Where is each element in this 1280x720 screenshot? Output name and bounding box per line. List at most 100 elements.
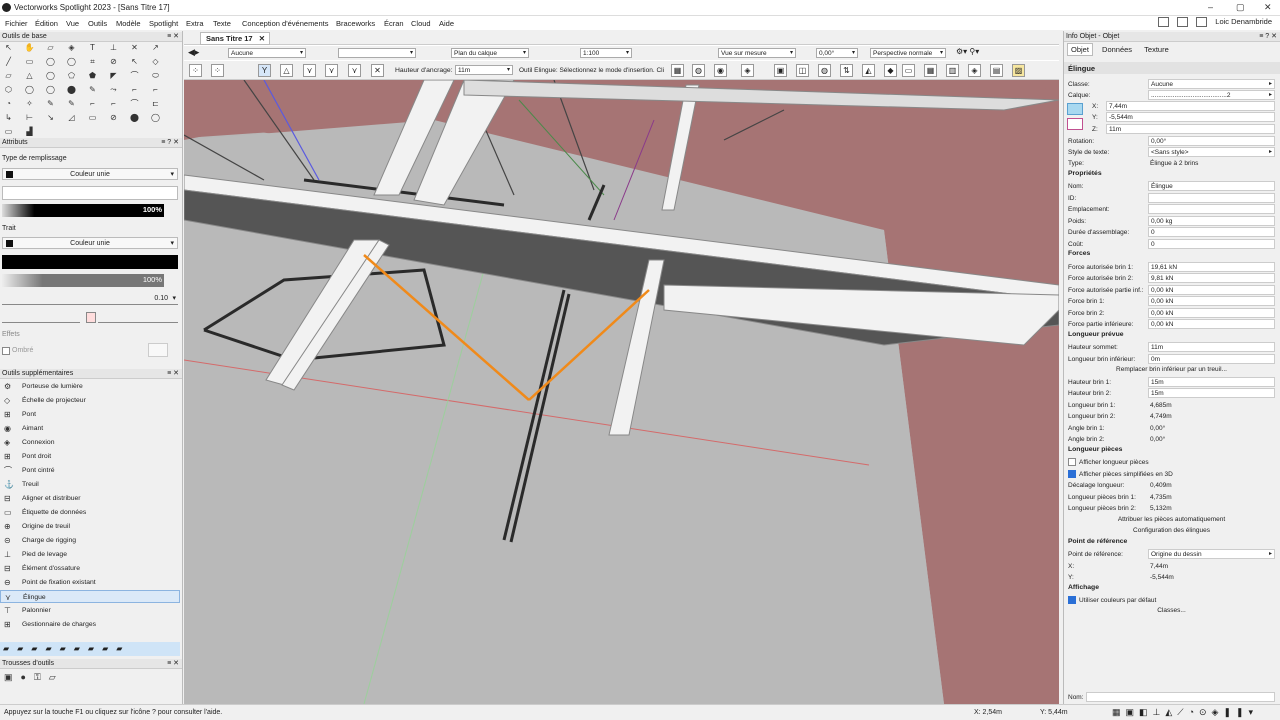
hb1-value[interactable]: 15m [1148, 377, 1275, 387]
duree-value[interactable]: 0 [1148, 227, 1275, 237]
grid-icon[interactable]: ⌗ [87, 57, 98, 67]
spline-icon[interactable]: ⤳ [108, 85, 119, 95]
suppl-tool-item[interactable]: ⊝ Charge de rigging [0, 534, 180, 547]
mode-icon[interactable]: ▭ [902, 64, 915, 77]
chat-icon[interactable] [1196, 17, 1208, 28]
mode-icon[interactable]: ▨ [1012, 64, 1025, 77]
mode-icon[interactable]: ⋎ [303, 64, 316, 77]
layer-select[interactable]: Plan du calque [451, 48, 529, 58]
angle-field[interactable]: 0,00° [816, 48, 858, 58]
ref-value[interactable]: Origine du dessin [1148, 549, 1275, 559]
fpi-value[interactable]: 0,00 kN [1148, 319, 1275, 329]
arrow-icon[interactable]: ↖ [129, 57, 140, 67]
rotate-icon[interactable]: ↘ [45, 113, 56, 123]
menu-braceworks[interactable]: Braceworks [336, 19, 375, 28]
star-icon[interactable]: ✧ [24, 99, 35, 109]
fb1-value[interactable]: 0,00 kN [1148, 296, 1275, 306]
view-select[interactable]: Vue sur mesure [718, 48, 796, 58]
pen-icon[interactable]: ✎ [87, 85, 98, 95]
suppl-tool-item[interactable]: ⚓ Treuil [0, 478, 180, 491]
mirror-icon[interactable]: ◿ [66, 113, 77, 123]
mode-icon[interactable]: ✕ [371, 64, 384, 77]
sphere-icon[interactable]: ⬤ [66, 85, 77, 95]
wedge-icon[interactable]: ◤ [108, 71, 119, 81]
menu-cloud[interactable]: Cloud [411, 19, 431, 28]
curve-icon[interactable]: ⌒ [129, 71, 140, 81]
3d-scene[interactable] [184, 80, 1059, 704]
textstyle-value[interactable]: <Sans style> [1148, 147, 1275, 157]
panel-controls-icon[interactable]: ≡ ? ✕ [161, 138, 179, 148]
shadow-checkbox[interactable] [2, 347, 10, 355]
rounded-rect-icon[interactable]: ▭ [87, 113, 98, 123]
rhombus-icon[interactable]: ◇ [150, 57, 161, 67]
poids-value[interactable]: 0,00 kg [1148, 216, 1275, 226]
eraser-icon[interactable]: ⊘ [108, 57, 119, 67]
f2-value[interactable]: 9,81 kN [1148, 273, 1275, 283]
menu-edition[interactable]: Édition [35, 19, 58, 28]
sling-mode-icon[interactable]: Y [258, 64, 271, 77]
suppl-tool-item[interactable]: ⊞ Pont droit [0, 450, 180, 463]
tab-donnees[interactable]: Données [1099, 44, 1135, 55]
close-window-button[interactable]: ✕ [1264, 2, 1272, 13]
suppl-tool-item[interactable]: ⊞ Gestionnaire de charges [0, 618, 180, 631]
suppl-tool-item[interactable]: ⊖ Point de fixation existant [0, 576, 180, 589]
ellipse-icon[interactable]: ⬭ [150, 71, 161, 81]
y-value[interactable]: -5,544m [1106, 112, 1275, 122]
config-btn-button[interactable]: Configuration des élingues [1068, 526, 1275, 536]
delete-icon[interactable]: ✕ [129, 43, 140, 53]
suppl-tool-item[interactable]: ⊟ Aligner et distribuer [0, 492, 180, 505]
brush-icon[interactable]: ✎ [66, 99, 77, 109]
suppl-tool-item[interactable]: ⌒ Pont cintré [0, 464, 180, 477]
hexagon-icon[interactable]: ⬡ [3, 85, 14, 95]
minimize-button[interactable]: – [1208, 2, 1213, 12]
mode-icon[interactable]: ◆ [884, 64, 897, 77]
f3-value[interactable]: 0,00 kN [1148, 285, 1275, 295]
x-value[interactable]: 7,44m [1106, 101, 1275, 111]
freehand-icon[interactable]: ⌒ [129, 99, 140, 109]
anchor-height-field[interactable]: 11m [455, 65, 513, 75]
dropdown-arrow-icon[interactable]: ▸ [1269, 147, 1272, 158]
lbi-value[interactable]: 0m [1148, 354, 1275, 364]
document-tab[interactable]: Sans Titre 17 ✕ [200, 32, 270, 45]
menu-conception[interactable]: Conception d'événements [242, 19, 329, 28]
classes-btn-button[interactable]: Classes... [1068, 606, 1275, 616]
mode-icon[interactable]: ⇅ [840, 64, 853, 77]
mode-icon[interactable]: ◉ [714, 64, 727, 77]
mode-icon[interactable]: ◫ [796, 64, 809, 77]
menu-vue[interactable]: Vue [66, 19, 79, 28]
pointer-icon[interactable]: ↗ [150, 43, 161, 53]
mode-icon[interactable]: ⁘ [189, 64, 202, 77]
corner-icon[interactable]: ⌐ [129, 85, 140, 95]
suppl-tool-item[interactable]: ⊕ Origine de treuil [0, 520, 180, 533]
mode-icon[interactable]: ▥ [946, 64, 959, 77]
walkthrough-icon[interactable]: ◈ [66, 43, 77, 53]
tab-objet[interactable]: Objet [1067, 43, 1093, 56]
line-icon[interactable]: ╱ [3, 57, 14, 67]
dropdown-arrow-icon[interactable]: ▸ [1269, 90, 1272, 101]
eyedropper-icon[interactable]: ▟ [24, 127, 35, 137]
bracket-icon[interactable]: ⊏ [150, 99, 161, 109]
show-lengths-checkbox[interactable] [1068, 458, 1076, 466]
corner-icon[interactable]: ⌐ [150, 85, 161, 95]
flyover-icon[interactable]: ▱ [45, 43, 56, 53]
line-end-select[interactable] [98, 312, 178, 323]
nom-value[interactable]: Élingue [1148, 181, 1275, 191]
pie-icon[interactable]: ◔ [3, 99, 14, 109]
tab-texture[interactable]: Texture [1141, 44, 1172, 55]
mode-icon[interactable]: ▣ [774, 64, 787, 77]
blob-icon[interactable]: ⬤ [129, 113, 140, 123]
mode-icon[interactable]: ▦ [671, 64, 684, 77]
menu-texte[interactable]: Texte [213, 19, 231, 28]
mode-icon[interactable]: ◈ [741, 64, 754, 77]
dimension-icon[interactable]: ⊥ [108, 43, 119, 53]
panel-controls-icon[interactable]: ≡ ? ✕ [1259, 32, 1277, 42]
polygon-icon[interactable]: ⬟ [87, 71, 98, 81]
fillet-icon[interactable]: ⌐ [108, 99, 119, 109]
menu-outils[interactable]: Outils [88, 19, 107, 28]
fb2-value[interactable]: 0,00 kN [1148, 308, 1275, 318]
arrow-style-icon[interactable] [86, 312, 96, 323]
pan-icon[interactable]: ✋ [24, 43, 35, 53]
line-weight-select[interactable]: 0.10 ▾ [2, 294, 178, 305]
replace-btn-button[interactable]: Remplacer brin inférieur par un treuil..… [1068, 365, 1275, 375]
fill-select[interactable]: Couleur unie ▾ [2, 168, 178, 180]
